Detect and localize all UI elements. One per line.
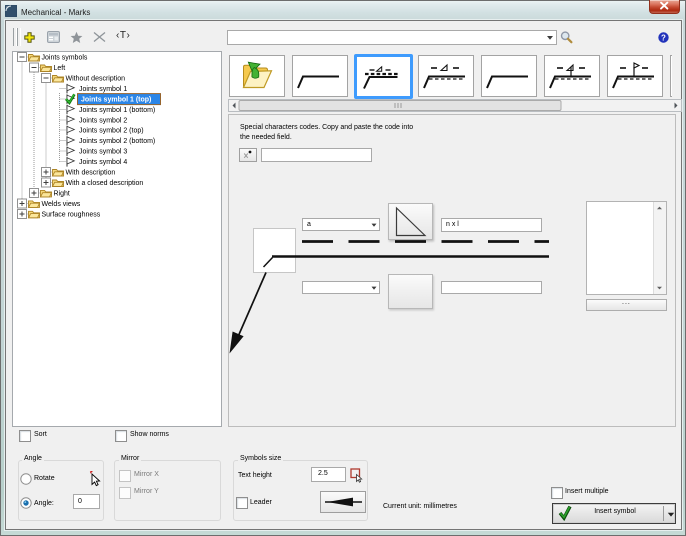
- svg-text:Joints symbol 3: Joints symbol 3: [79, 149, 127, 156]
- svg-text:With description: With description: [66, 170, 116, 177]
- svg-text:Joints symbols: Joints symbols: [42, 55, 88, 62]
- svg-text:Surface roughness: Surface roughness: [42, 211, 101, 218]
- svg-text:Joints symbol 1: Joints symbol 1: [79, 86, 127, 93]
- svg-text:Right: Right: [54, 190, 70, 197]
- svg-text:Welds views: Welds views: [42, 201, 81, 208]
- svg-text:Joints symbol 2 (bottom): Joints symbol 2 (bottom): [79, 138, 155, 145]
- svg-text:Joints symbol 2: Joints symbol 2: [79, 117, 127, 124]
- svg-text:Left: Left: [54, 65, 66, 72]
- svg-text:Joints symbol 4: Joints symbol 4: [79, 159, 127, 166]
- svg-text:Joints symbol 2 (top): Joints symbol 2 (top): [79, 128, 144, 135]
- svg-text:?: ?: [661, 33, 666, 42]
- svg-text:With a closed description: With a closed description: [66, 180, 144, 187]
- svg-text:Joints symbol 1 (bottom): Joints symbol 1 (bottom): [79, 107, 155, 114]
- svg-text:Joints symbol 1 (top): Joints symbol 1 (top): [81, 97, 151, 104]
- svg-text:Without description: Without description: [66, 76, 126, 83]
